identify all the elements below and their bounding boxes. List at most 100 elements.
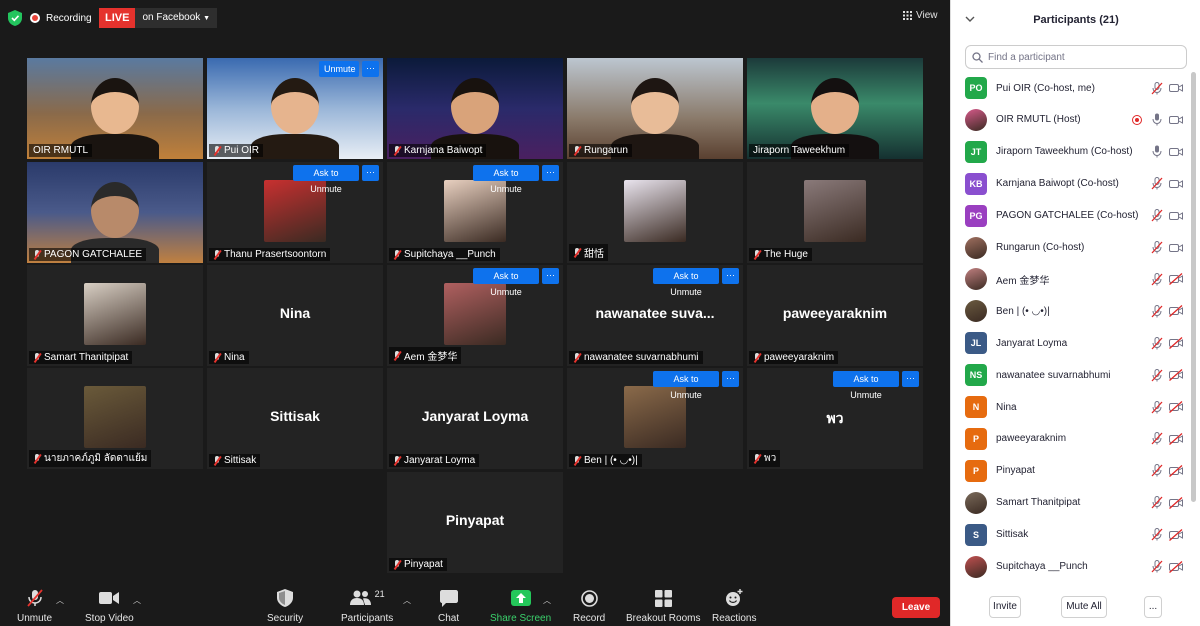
video-off-icon[interactable] — [1169, 528, 1183, 541]
mute-all-button[interactable]: Mute All — [1061, 596, 1107, 618]
ask-to-unmute-button[interactable]: Ask to Unmute — [833, 371, 899, 400]
ask-to-unmute-button[interactable]: Ask to Unmute — [653, 268, 719, 297]
video-off-icon[interactable] — [1169, 401, 1183, 413]
video-tile[interactable]: พว Ask to Unmute ··· พว — [747, 368, 923, 469]
ask-to-unmute-button[interactable]: Ask to Unmute — [473, 268, 539, 297]
ask-to-unmute-button[interactable]: Ask to Unmute — [473, 165, 539, 194]
video-tile[interactable]: paweeyaraknim paweeyaraknim — [747, 265, 923, 366]
video-tile[interactable]: Jiraporn Taweekhum — [747, 58, 923, 159]
participant-row[interactable]: Samart Thanitpipat — [951, 487, 1191, 519]
video-off-icon[interactable] — [1169, 369, 1183, 382]
mic-muted-icon[interactable] — [1151, 432, 1163, 445]
video-tile[interactable]: PAGON GATCHALEE — [27, 162, 203, 263]
video-tile[interactable]: nawanatee suva... Ask to Unmute ··· nawanat… — [567, 265, 743, 366]
participants-button[interactable]: 21 Participants — [341, 589, 393, 624]
video-camera-icon[interactable] — [1169, 242, 1183, 254]
tile-more-options-button[interactable]: ··· — [902, 371, 919, 387]
video-tile[interactable]: Samart Thanitpipat — [27, 265, 203, 366]
participant-row[interactable]: NS nawanatee suvarnabhumi — [951, 359, 1191, 391]
mic-icon[interactable] — [1151, 145, 1163, 158]
video-tile[interactable]: Ask to Unmute ··· Aem 金梦华 — [387, 265, 563, 366]
participant-search-input[interactable] — [988, 51, 1178, 63]
ask-to-unmute-button[interactable]: Ask to Unmute — [653, 371, 719, 400]
security-button[interactable]: Security — [267, 589, 303, 624]
video-camera-icon[interactable] — [1169, 82, 1183, 94]
mic-muted-icon[interactable] — [1151, 177, 1163, 190]
participant-row[interactable]: Ppaweeyaraknim — [951, 423, 1191, 455]
recording-indicator[interactable]: Recording — [30, 8, 92, 28]
video-off-icon[interactable] — [1169, 560, 1183, 573]
video-off-icon[interactable] — [1169, 432, 1183, 445]
mic-icon[interactable] — [1151, 113, 1163, 126]
more-options-button[interactable]: ... — [1144, 596, 1162, 618]
video-off-icon[interactable] — [1169, 305, 1183, 318]
tile-more-options-button[interactable]: ··· — [542, 268, 559, 284]
mic-muted-icon[interactable] — [1151, 272, 1163, 286]
participants-options-caret-icon[interactable]: ︿ — [403, 595, 411, 606]
participant-row[interactable]: PO Pui OIR (Co-host, me) — [951, 72, 1191, 104]
mic-muted-icon[interactable] — [1151, 209, 1163, 222]
participant-row[interactable]: Supitchaya __Punch — [951, 551, 1191, 583]
video-tile[interactable]: Rungarun — [567, 58, 743, 159]
reactions-button[interactable]: Reactions — [712, 589, 756, 624]
participant-list-scrollbar[interactable] — [1191, 72, 1196, 502]
ask-to-unmute-button[interactable]: Ask to Unmute — [293, 165, 359, 194]
video-off-icon[interactable] — [1169, 464, 1183, 477]
mic-muted-icon[interactable] — [1151, 560, 1163, 573]
mic-muted-icon[interactable] — [1151, 496, 1163, 509]
view-button[interactable]: View — [903, 10, 938, 21]
participant-row[interactable]: Rungarun (Co-host) — [951, 232, 1191, 264]
participant-row[interactable]: Ben | (• ◡•)| — [951, 295, 1191, 327]
video-off-icon[interactable] — [1169, 273, 1183, 286]
mic-muted-icon[interactable] — [1151, 304, 1163, 318]
participant-search[interactable] — [965, 45, 1187, 69]
video-tile[interactable]: Karnjana Baiwopt — [387, 58, 563, 159]
video-camera-icon[interactable] — [1169, 210, 1183, 222]
unmute-button[interactable]: Unmute — [319, 61, 359, 77]
video-camera-icon[interactable] — [1169, 114, 1183, 126]
mic-muted-icon[interactable] — [1151, 81, 1163, 95]
tile-more-options-button[interactable]: ··· — [362, 165, 379, 181]
video-tile[interactable]: Ask to Unmute ··· Ben | (• ◡•)| — [567, 368, 743, 469]
participant-row[interactable]: KB Karnjana Baiwopt (Co-host) — [951, 168, 1191, 200]
video-tile[interactable]: Pinyapat Pinyapat — [387, 472, 563, 573]
video-tile[interactable]: นายภาคภ์ภูมิ ลัดดาแย้ม — [27, 368, 203, 469]
mic-muted-icon[interactable] — [1151, 368, 1163, 382]
video-tile[interactable]: 甜恬 — [567, 162, 743, 263]
tile-more-options-button[interactable]: ··· — [722, 371, 739, 387]
unmute-button[interactable]: Unmute — [17, 589, 52, 624]
mic-muted-icon[interactable] — [1151, 241, 1163, 254]
live-destination[interactable]: on Facebook ▼ — [135, 8, 217, 28]
audio-options-caret-icon[interactable]: ︿ — [56, 595, 64, 606]
mic-muted-icon[interactable] — [1151, 464, 1163, 477]
breakout-rooms-button[interactable]: Breakout Rooms — [626, 589, 700, 624]
mic-muted-icon[interactable] — [1151, 336, 1163, 350]
video-tile[interactable]: The Huge — [747, 162, 923, 263]
share-screen-button[interactable]: Share Screen — [490, 589, 551, 624]
mic-muted-icon[interactable] — [1151, 528, 1163, 541]
video-tile[interactable]: OIR RMUTL — [27, 58, 203, 159]
share-options-caret-icon[interactable]: ︿ — [543, 595, 551, 606]
participant-row[interactable]: P Pinyapat — [951, 455, 1191, 487]
chat-button[interactable]: Chat — [438, 589, 459, 624]
invite-button[interactable]: Invite — [989, 596, 1021, 618]
participant-row[interactable]: N Nina — [951, 391, 1191, 423]
participant-row[interactable]: OIR RMUTL (Host) — [951, 104, 1191, 136]
video-tile[interactable]: Ask to Unmute ··· Thanu Prasertsoontorn — [207, 162, 383, 263]
video-tile[interactable]: Sittisak Sittisak — [207, 368, 383, 469]
participant-row[interactable]: JL Janyarat Loyma — [951, 327, 1191, 359]
participant-row[interactable]: Aem 金梦华 — [951, 263, 1191, 295]
video-camera-icon[interactable] — [1169, 178, 1183, 190]
video-off-icon[interactable] — [1169, 337, 1183, 350]
video-camera-icon[interactable] — [1169, 146, 1183, 158]
live-indicator[interactable]: LIVE on Facebook ▼ — [99, 8, 217, 28]
video-tile[interactable]: Nina Nina — [207, 265, 383, 366]
video-options-caret-icon[interactable]: ︿ — [133, 595, 141, 606]
video-tile[interactable]: Janyarat Loyma Janyarat Loyma — [387, 368, 563, 469]
participant-row[interactable]: JT Jiraporn Taweekhum (Co-host) — [951, 136, 1191, 168]
shield-check-icon[interactable] — [8, 10, 22, 26]
video-tile[interactable]: Unmute ··· Pui OIR — [207, 58, 383, 159]
video-off-icon[interactable] — [1169, 496, 1183, 509]
mic-muted-icon[interactable] — [1151, 400, 1163, 414]
participant-row[interactable]: PG PAGON GATCHALEE (Co-host) — [951, 200, 1191, 232]
